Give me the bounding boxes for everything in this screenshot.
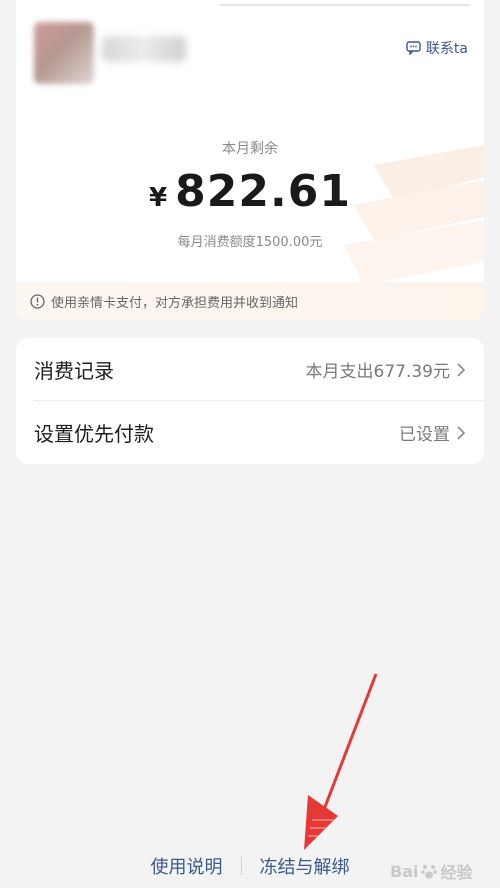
- family-card-panel: 联系ta 本月剩余 ¥ 822.61 每月消费额度1500.00元 使用亲情卡支…: [16, 0, 484, 320]
- list-item-value: 已设置: [399, 425, 450, 445]
- chat-bubble-icon: [406, 41, 421, 55]
- chevron-right-icon: [457, 362, 466, 377]
- settings-list: 消费记录 本月支出677.39元 设置优先付款 已设置: [16, 338, 484, 464]
- freeze-unbind-link[interactable]: 冻结与解绑: [260, 853, 350, 879]
- list-item-label: 消费记录: [34, 359, 114, 383]
- info-icon: [30, 293, 45, 309]
- remaining-label: 本月剩余: [222, 141, 278, 157]
- list-item-priority-payment[interactable]: 设置优先付款 已设置: [16, 401, 484, 464]
- monthly-limit: 每月消费额度1500.00元: [177, 235, 323, 250]
- user-name-blurred: [102, 36, 186, 62]
- payment-notice: 使用亲情卡支付，对方承担费用并收到通知: [16, 282, 484, 320]
- list-item-value-wrap: 本月支出677.39元: [306, 357, 466, 382]
- avatar: [34, 22, 94, 84]
- watermark: Bai 经验: [390, 858, 482, 884]
- watermark-brand-right: 经验: [440, 863, 473, 882]
- contact-label: 联系ta: [425, 41, 468, 57]
- contact-button[interactable]: 联系ta: [406, 38, 468, 58]
- paw-logo-icon: [421, 865, 438, 879]
- usage-instructions-link[interactable]: 使用说明: [151, 853, 223, 879]
- list-item-value: 本月支出677.39元: [305, 362, 450, 382]
- remaining-amount: ¥ 822.61: [16, 166, 484, 217]
- amount-value: 822.61: [175, 166, 351, 217]
- list-item-value-wrap: 已设置: [399, 420, 466, 445]
- list-item-spending-records[interactable]: 消费记录 本月支出677.39元: [16, 338, 484, 401]
- annotation-arrow: [304, 673, 378, 850]
- notice-text: 使用亲情卡支付，对方承担费用并收到通知: [51, 295, 299, 311]
- top-divider: [220, 4, 470, 6]
- chevron-right-icon: [457, 425, 466, 440]
- currency-symbol: ¥: [149, 183, 168, 213]
- watermark-brand-left: Bai: [390, 861, 419, 881]
- footer-separator: [240, 857, 242, 875]
- list-item-label: 设置优先付款: [34, 422, 154, 446]
